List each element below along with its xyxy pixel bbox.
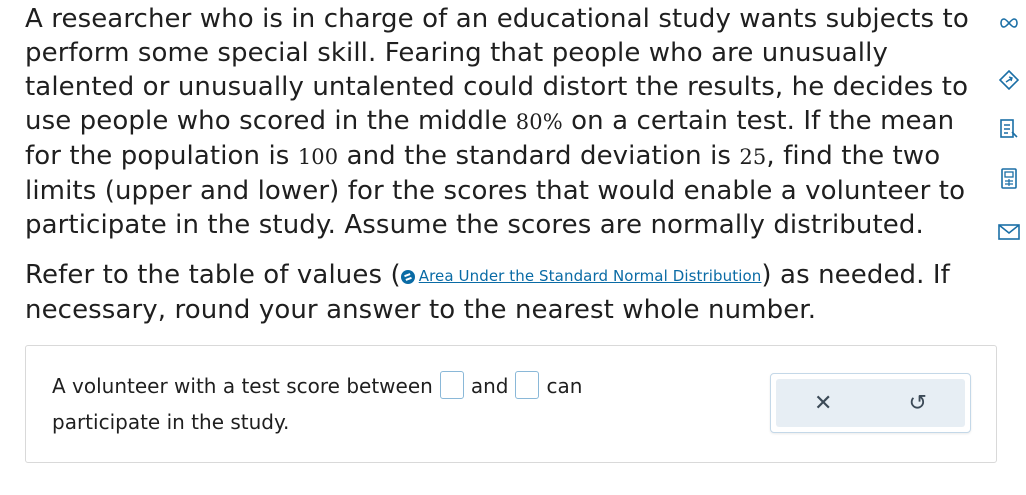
standard-deviation: 25 (739, 145, 767, 169)
table-reference-link[interactable]: Area Under the Standard Normal Distribut… (400, 259, 762, 293)
upper-limit-input[interactable] (515, 370, 540, 399)
instruction-paragraph: Refer to the table of values ( Area Under… (25, 258, 985, 327)
answer-text: and (470, 374, 509, 398)
answer-sentence: A volunteer with a test score between and… (52, 368, 692, 440)
compass-icon[interactable] (998, 69, 1020, 91)
problem-statement: A researcher who is in charge of an educ… (25, 2, 985, 327)
calculator-icon[interactable] (998, 168, 1020, 190)
middle-percent: 80% (515, 110, 563, 134)
population-mean: 100 (297, 145, 339, 169)
table-reference-label[interactable]: Area Under the Standard Normal Distribut… (419, 259, 762, 293)
lower-limit-input[interactable] (439, 370, 464, 399)
link-icon (400, 270, 415, 284)
answer-text: A volunteer with a test score between (52, 374, 433, 398)
answer-actions-bar: ✕ ↺ (776, 379, 965, 427)
problem-text: and the standard deviation is (338, 141, 740, 171)
problem-paragraph: A researcher who is in charge of an educ… (25, 2, 985, 242)
infinity-icon[interactable] (998, 12, 1020, 34)
tool-sidebar (990, 0, 1026, 260)
instruction-text: Refer to the table of values ( (25, 260, 401, 290)
answer-box: A volunteer with a test score between and… (25, 345, 997, 463)
notes-icon[interactable] (998, 118, 1020, 140)
undo-button[interactable]: ↺ (871, 379, 966, 427)
mail-icon[interactable] (998, 221, 1020, 243)
clear-button[interactable]: ✕ (776, 379, 871, 427)
answer-actions: ✕ ↺ (770, 373, 971, 433)
